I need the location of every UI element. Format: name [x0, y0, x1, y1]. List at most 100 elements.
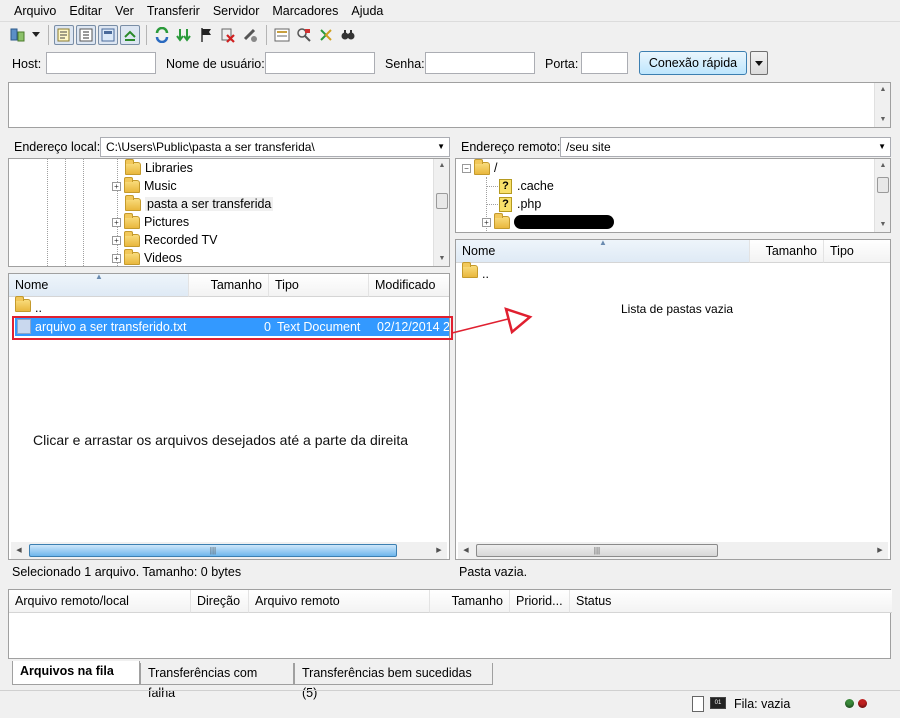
scroll-thumb[interactable]: [436, 193, 448, 209]
site-manager-icon[interactable]: [8, 25, 28, 45]
tree-item-videos[interactable]: + Videos: [112, 248, 182, 266]
file-name: ..: [35, 301, 42, 315]
col-tamanho[interactable]: Tamanho: [189, 274, 269, 297]
tree-item-recorded-tv[interactable]: + Recorded TV: [112, 230, 217, 249]
col-tipo[interactable]: Tipo: [824, 240, 890, 263]
tree-item-cache[interactable]: ? .cache: [499, 177, 554, 195]
scroll-right-icon[interactable]: ▶: [872, 542, 888, 559]
compare-icon[interactable]: [294, 25, 314, 45]
col-direcao[interactable]: Direção: [191, 590, 249, 613]
password-input[interactable]: [425, 52, 535, 74]
menu-ver[interactable]: Ver: [115, 4, 134, 18]
host-label: Host:: [12, 57, 42, 71]
disconnect-icon[interactable]: [240, 25, 260, 45]
menu-transferir[interactable]: Transferir: [147, 4, 200, 18]
col-modificado[interactable]: Modificado: [369, 274, 449, 297]
scroll-down-icon[interactable]: ▼: [875, 218, 890, 232]
host-input[interactable]: [46, 52, 156, 74]
tree-guide: [486, 186, 498, 187]
tab-successful-transfers[interactable]: Transferências bem sucedidas (5): [294, 663, 493, 700]
remote-hscroll[interactable]: ◀ ||| ▶: [458, 542, 888, 559]
remote-tree-scrollbar[interactable]: ▲ ▼: [874, 159, 890, 232]
refresh-icon[interactable]: [152, 25, 172, 45]
menu-editar[interactable]: Editar: [69, 4, 102, 18]
col-arquivo-remoto[interactable]: Arquivo remoto: [249, 590, 430, 613]
remote-address-combo[interactable]: /seu site ▼: [560, 137, 891, 157]
scroll-thumb[interactable]: |||: [29, 544, 397, 557]
search-icon[interactable]: [338, 25, 358, 45]
password-label: Senha:: [385, 57, 425, 71]
username-input[interactable]: [265, 52, 375, 74]
flag-icon[interactable]: [196, 25, 216, 45]
scroll-left-icon[interactable]: ◀: [458, 542, 474, 559]
file-row-parent[interactable]: ..: [9, 296, 449, 317]
file-row-parent[interactable]: ..: [456, 262, 890, 283]
expand-icon[interactable]: +: [112, 181, 121, 191]
expand-icon[interactable]: +: [482, 217, 491, 227]
redacted-label: [514, 215, 614, 229]
transfer-queue[interactable]: Arquivo remoto/local Direção Arquivo rem…: [8, 589, 892, 659]
message-log[interactable]: ▲ ▼: [8, 82, 891, 128]
port-input[interactable]: [581, 52, 628, 74]
toggle-local-tree-icon[interactable]: [76, 25, 96, 45]
tree-item-pictures[interactable]: + Pictures: [112, 212, 189, 231]
tree-item-libraries[interactable]: Libraries: [125, 159, 193, 177]
expand-icon[interactable]: +: [112, 235, 121, 245]
process-queue-icon[interactable]: [174, 25, 194, 45]
cancel-icon[interactable]: [218, 25, 238, 45]
scroll-down-icon[interactable]: ▼: [875, 113, 891, 127]
tree-item-php[interactable]: ? .php: [499, 195, 541, 213]
dropdown-arrow-icon[interactable]: [30, 25, 42, 45]
tree-guide: [83, 159, 84, 266]
toolbar-separator: [266, 25, 267, 45]
tree-item-root[interactable]: − /: [462, 159, 497, 177]
tree-item-label: Libraries: [145, 161, 193, 175]
col-tamanho[interactable]: Tamanho: [750, 240, 824, 263]
scroll-up-icon[interactable]: ▲: [875, 83, 891, 97]
sort-ascending-icon: ▲: [599, 239, 607, 247]
toggle-remote-tree-icon[interactable]: [98, 25, 118, 45]
expand-icon[interactable]: +: [112, 217, 121, 227]
tree-item-music[interactable]: + Music: [112, 176, 177, 195]
scroll-up-icon[interactable]: ▲: [875, 159, 890, 173]
scroll-right-icon[interactable]: ▶: [431, 542, 447, 559]
local-hscroll[interactable]: ◀ ||| ▶: [11, 542, 447, 559]
col-tamanho[interactable]: Tamanho: [430, 590, 510, 613]
local-status: Selecionado 1 arquivo. Tamanho: 0 bytes: [12, 565, 242, 579]
folder-icon: [125, 159, 141, 175]
tab-failed-transfers[interactable]: Transferências com falha: [140, 663, 294, 700]
scroll-up-icon[interactable]: ▲: [434, 159, 449, 173]
col-status[interactable]: Status: [570, 590, 892, 613]
scroll-thumb[interactable]: [877, 177, 889, 193]
scroll-left-icon[interactable]: ◀: [11, 542, 27, 559]
scroll-down-icon[interactable]: ▼: [434, 252, 449, 266]
col-arquivo-local[interactable]: Arquivo remoto/local: [9, 590, 191, 613]
local-address-combo[interactable]: C:\Users\Public\pasta a ser transferida\…: [100, 137, 450, 157]
sync-browsing-icon[interactable]: [316, 25, 336, 45]
quickconnect-dropdown[interactable]: [750, 51, 768, 75]
log-scrollbar[interactable]: ▲ ▼: [874, 83, 890, 127]
menu-servidor[interactable]: Servidor: [213, 4, 260, 18]
tab-queued-files[interactable]: Arquivos na fila: [12, 661, 140, 685]
toggle-log-icon[interactable]: [54, 25, 74, 45]
tree-item-redacted[interactable]: +: [482, 212, 614, 231]
quickconnect-button[interactable]: Conexão rápida: [639, 51, 747, 75]
expand-icon[interactable]: +: [112, 253, 121, 263]
scroll-thumb[interactable]: |||: [476, 544, 718, 557]
directory-listing-filters-icon[interactable]: [272, 25, 292, 45]
collapse-icon[interactable]: −: [462, 163, 471, 173]
col-prioridade[interactable]: Priorid...: [510, 590, 570, 613]
local-tree-scrollbar[interactable]: ▲ ▼: [433, 159, 449, 266]
menu-arquivo[interactable]: Arquivo: [14, 4, 56, 18]
menu-ajuda[interactable]: Ajuda: [351, 4, 383, 18]
tree-item-pasta[interactable]: pasta a ser transferida: [125, 194, 274, 213]
chevron-down-icon[interactable]: ▼: [437, 138, 445, 156]
chevron-down-icon[interactable]: ▼: [878, 138, 886, 156]
remote-file-list[interactable]: Nome ▲ Tamanho Tipo .. Lista de pastas v…: [455, 239, 891, 560]
toggle-queue-icon[interactable]: [120, 25, 140, 45]
col-tipo[interactable]: Tipo: [269, 274, 369, 297]
remote-status: Pasta vazia.: [459, 565, 528, 579]
folder-icon: [494, 212, 510, 229]
menu-marcadores[interactable]: Marcadores: [272, 4, 338, 18]
local-tree: Libraries + Music pasta a ser transferida…: [8, 158, 450, 267]
